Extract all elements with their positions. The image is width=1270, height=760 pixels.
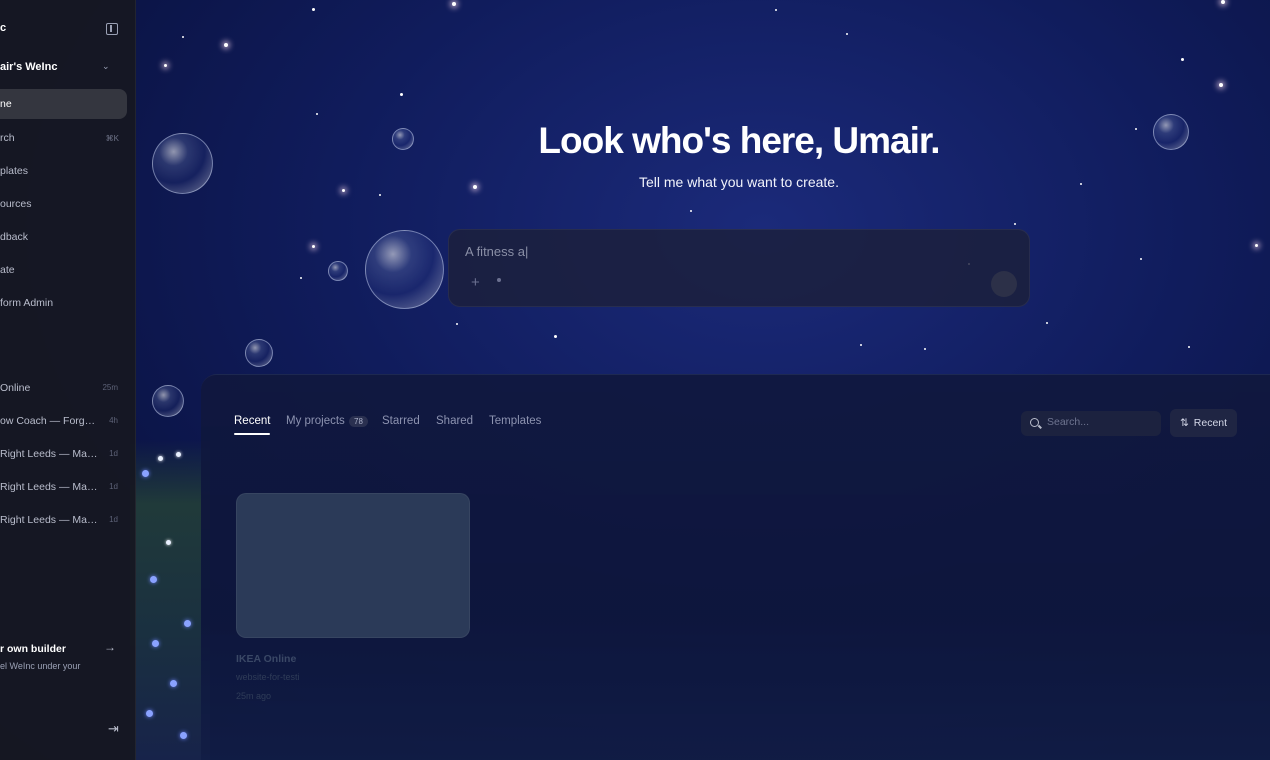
search-input[interactable] (1047, 416, 1155, 428)
tab-recent[interactable]: Recent (234, 415, 270, 427)
recent-project-time: 4h (109, 416, 118, 425)
projects-count-badge: 78 (349, 416, 368, 427)
prompt-box: + (448, 229, 1030, 307)
recent-project-label: Right Leeds — Marr... (0, 481, 98, 493)
sidebar-item-resources[interactable]: ources (0, 189, 127, 219)
dot-icon[interactable] (497, 278, 501, 282)
project-card-time: 25m ago (236, 691, 272, 701)
recent-project-time: 1d (109, 449, 118, 458)
sort-icon: ⇅ (1179, 417, 1189, 429)
sidebar-item-update[interactable]: ate (0, 255, 127, 285)
sidebar-item-feedback[interactable]: dback (0, 222, 127, 252)
sidebar-item-label: ne (0, 98, 12, 110)
recent-project-item[interactable]: Online 25m (0, 382, 124, 397)
sort-button[interactable]: ⇅ Recent (1170, 409, 1237, 437)
tab-shared[interactable]: Shared (436, 415, 473, 427)
recent-project-item[interactable]: Right Leeds — Marr... 1d (0, 514, 124, 529)
project-card-subtitle: website-for-testi (236, 672, 300, 682)
sidebar-item-platform-admin[interactable]: form Admin (0, 288, 127, 318)
page-subtitle: Tell me what you want to create. (639, 174, 839, 190)
sidebar-item-templates[interactable]: plates (0, 156, 127, 186)
recent-project-label: Right Leeds — Marr... (0, 514, 98, 526)
app-title: c (0, 22, 7, 34)
arrow-right-icon[interactable]: → (104, 640, 116, 654)
recent-project-label: Right Leeds — Marr... (0, 448, 98, 460)
project-card-title[interactable]: IKEA Online (236, 653, 296, 665)
bubble-decoration (245, 339, 273, 367)
shortcut-hint: ⌘K (105, 133, 119, 143)
chevron-down-icon[interactable]: ⌄ (102, 61, 110, 72)
page-title: Look who's here, Umair. (538, 120, 940, 161)
send-button[interactable] (991, 271, 1017, 297)
sidebar: c air's WeInc ⌄ ne rch ⌘K plates ources … (0, 0, 136, 760)
tab-templates[interactable]: Templates (489, 415, 541, 427)
sidebar-item-label: form Admin (0, 297, 54, 309)
meadow-decoration (130, 440, 210, 760)
workspace-switcher[interactable]: air's WeInc (0, 61, 57, 73)
recent-project-item[interactable]: Right Leeds — Marr... 1d (0, 481, 124, 496)
search-icon (1030, 418, 1039, 427)
sidebar-item-search[interactable]: rch ⌘K (0, 123, 127, 153)
sidebar-item-label: plates (0, 165, 29, 177)
plus-icon[interactable]: + (471, 274, 480, 291)
prompt-input[interactable] (465, 244, 965, 259)
recent-project-time: 1d (109, 482, 118, 491)
sidebar-item-label: dback (0, 231, 29, 243)
bubble-decoration (152, 133, 213, 194)
recent-project-label: Online (0, 382, 31, 394)
bubble-decoration (1153, 114, 1189, 150)
builder-promo-title[interactable]: r own builder (0, 643, 66, 655)
logout-icon[interactable]: ⇥ (108, 721, 119, 737)
recent-project-time: 25m (102, 383, 118, 392)
builder-promo-subtitle: el WeInc under your (0, 661, 81, 671)
sidebar-item-label: ources (0, 198, 32, 210)
sidebar-item-label: rch (0, 132, 15, 144)
bubble-decoration (328, 261, 348, 281)
sort-label: Recent (1193, 417, 1228, 429)
bubble-decoration (152, 385, 184, 417)
projects-panel: Recent My projects 78 Starred Shared Tem… (201, 374, 1270, 760)
sidebar-item-label: ate (0, 264, 15, 276)
recent-project-label: ow Coach — Forge ... (0, 415, 98, 427)
sidebar-item-home[interactable]: ne (0, 89, 127, 119)
recent-project-item[interactable]: Right Leeds — Marr... 1d (0, 448, 124, 463)
project-card-thumbnail[interactable] (236, 493, 470, 638)
tab-starred[interactable]: Starred (382, 415, 420, 427)
project-search[interactable] (1021, 411, 1161, 436)
bubble-decoration (365, 230, 444, 309)
collapse-sidebar-icon[interactable] (106, 23, 118, 35)
tab-my-projects[interactable]: My projects (286, 415, 345, 427)
bubble-decoration (392, 128, 414, 150)
recent-project-time: 1d (109, 515, 118, 524)
recent-project-item[interactable]: ow Coach — Forge ... 4h (0, 415, 124, 430)
active-tab-indicator (234, 433, 270, 435)
